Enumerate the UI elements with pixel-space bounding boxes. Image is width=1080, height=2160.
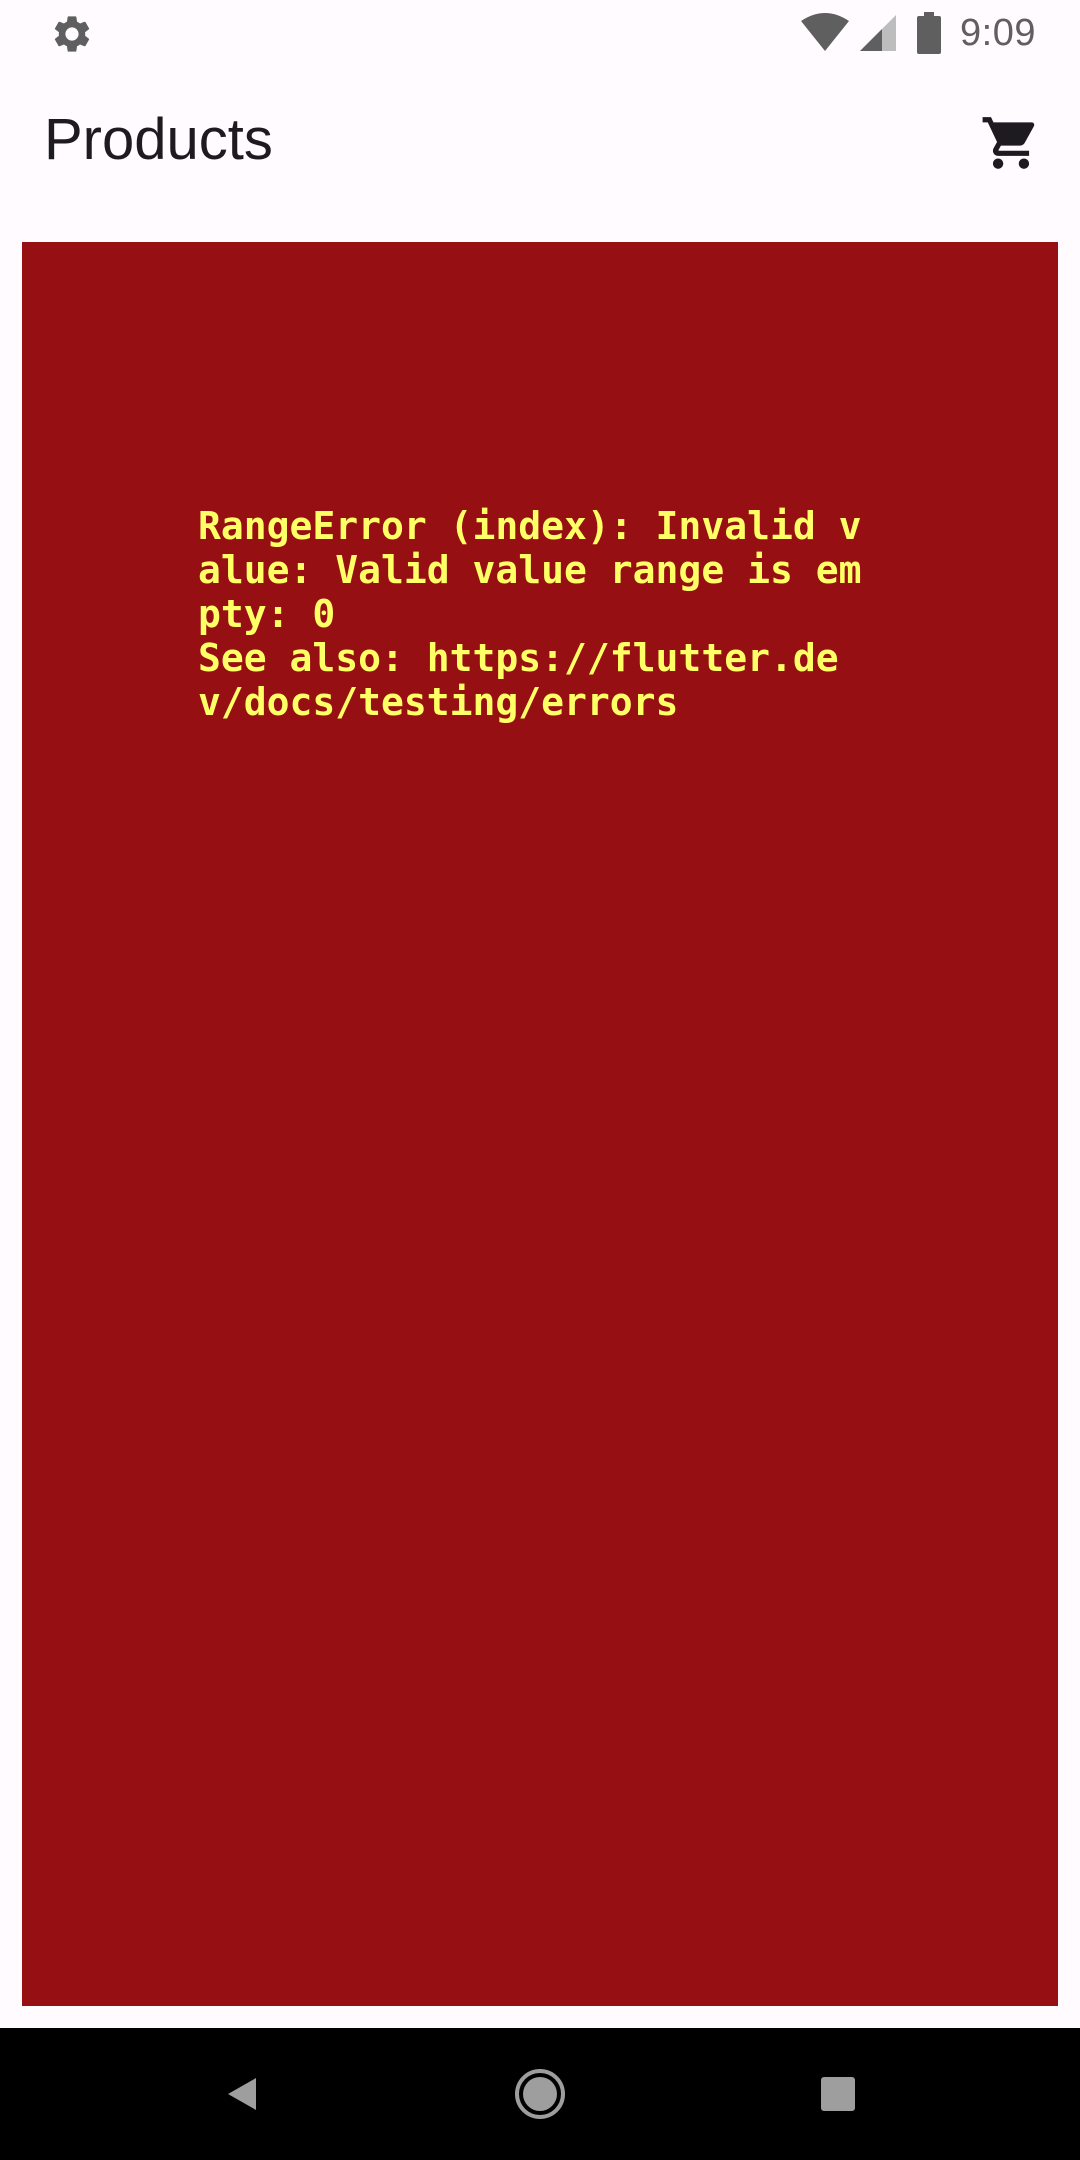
status-icons: 9:09 [800,8,1036,58]
battery-icon [916,12,942,54]
cart-button[interactable] [978,110,1044,176]
navigation-bar [0,2028,1080,2160]
page-title: Products [44,107,273,172]
recents-button[interactable] [800,2056,876,2132]
wifi-icon [800,13,850,53]
app-bar: Products [0,66,1080,240]
error-widget: RangeError (index): Invalid value: Valid… [22,242,1058,2006]
signal-icon [858,13,898,53]
home-button[interactable] [502,2056,578,2132]
recents-icon [821,2077,855,2111]
error-message: RangeError (index): Invalid value: Valid… [198,504,862,724]
home-icon [515,2069,565,2119]
status-bar: 9:09 [0,0,1080,66]
app-screen: 9:09 Products RangeError (index): Invali… [0,0,1080,2160]
settings-icon[interactable] [50,12,94,56]
back-icon [228,2078,256,2110]
status-time: 9:09 [960,11,1036,54]
cart-icon [982,117,1035,169]
back-button[interactable] [204,2056,280,2132]
